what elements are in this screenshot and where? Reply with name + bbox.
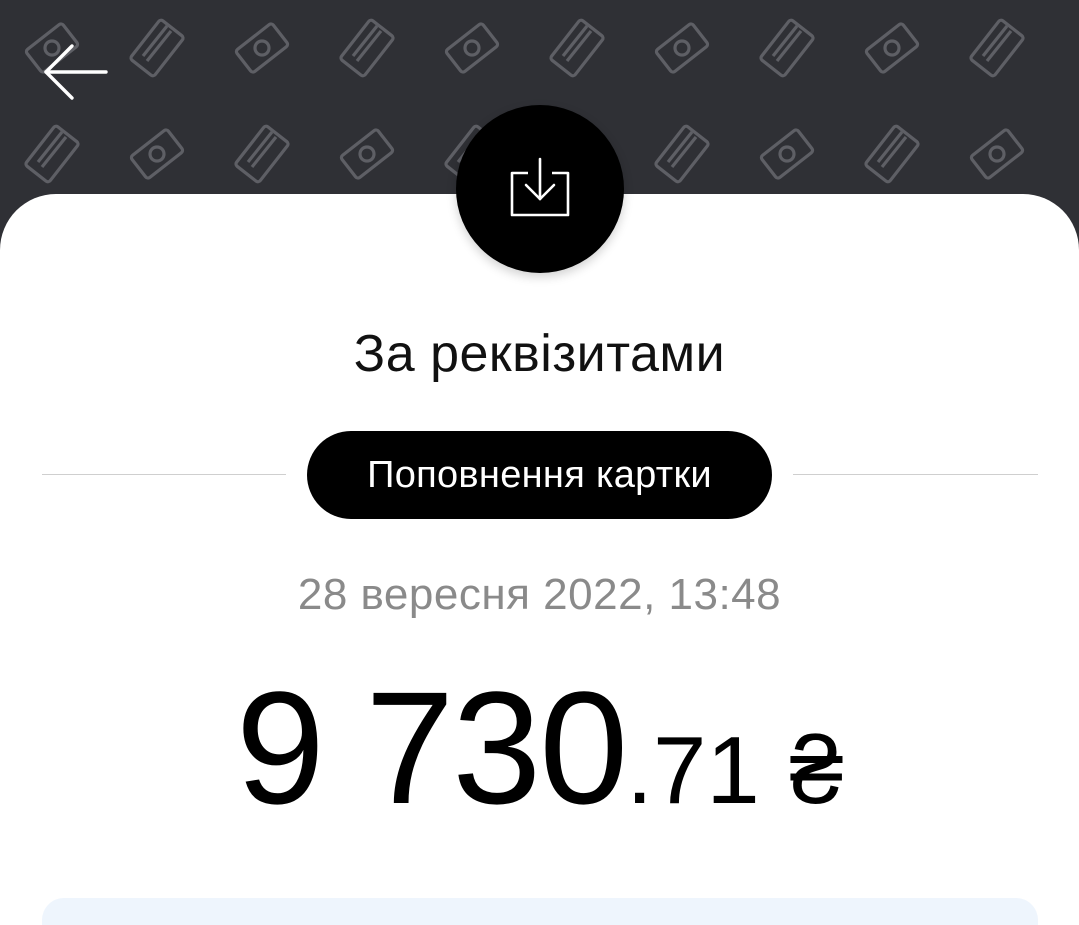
transaction-title: За реквізитами bbox=[353, 325, 726, 383]
amount-fraction: .71 bbox=[626, 717, 760, 824]
divider-left bbox=[42, 474, 286, 475]
transaction-type-badge bbox=[456, 105, 624, 273]
transaction-datetime: 28 вересня 2022, 13:48 bbox=[297, 570, 782, 619]
divider-right bbox=[793, 474, 1038, 475]
arrow-left-icon bbox=[44, 44, 108, 100]
details-card bbox=[42, 898, 1038, 925]
category-chip[interactable]: Поповнення картки bbox=[307, 431, 772, 519]
currency-symbol: ₴ bbox=[789, 717, 844, 824]
pattern-row-1 bbox=[23, 17, 1026, 79]
transaction-amount: 9 730.71 ₴ bbox=[0, 668, 1079, 828]
download-tray-icon bbox=[510, 157, 570, 217]
amount-integer: 9 730 bbox=[235, 658, 628, 837]
back-button[interactable] bbox=[38, 38, 112, 108]
